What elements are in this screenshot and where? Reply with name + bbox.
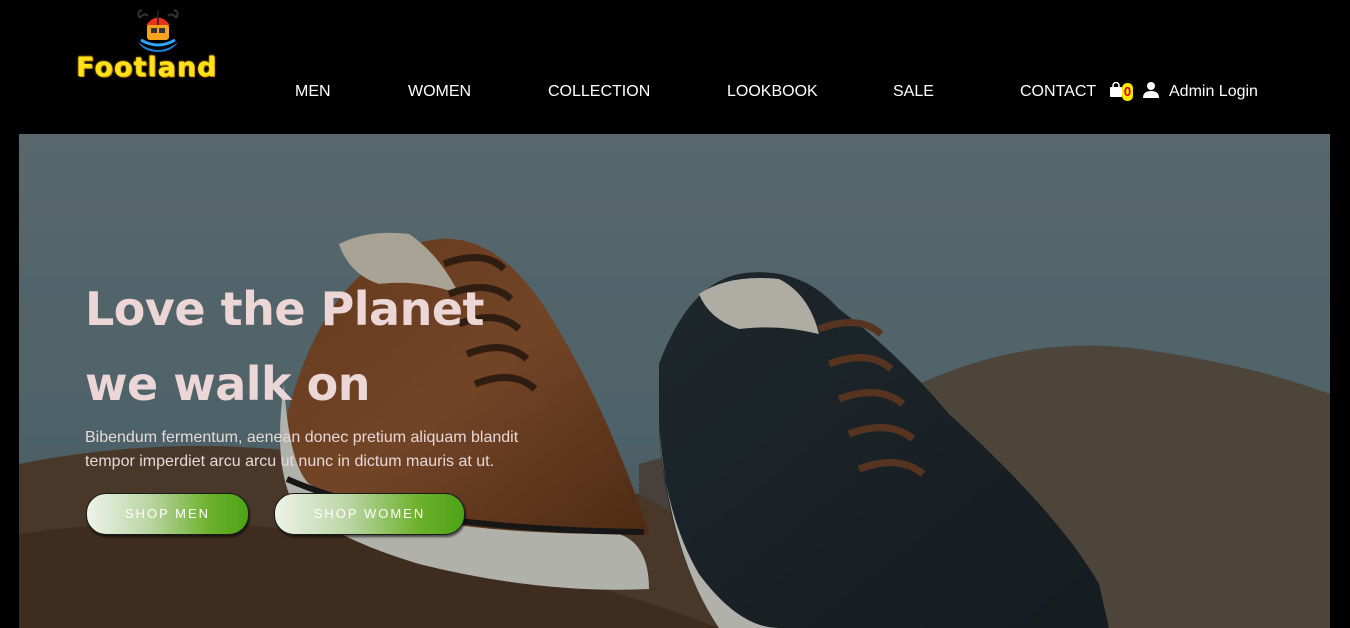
admin-login-link[interactable]: Admin Login (1169, 80, 1258, 104)
hero-title-line1: Love the Planet (85, 282, 485, 336)
hero-banner: Love the Planet we walk on Bibendum ferm… (19, 134, 1330, 628)
hero-title-line2: we walk on (85, 357, 370, 411)
shop-men-button[interactable]: SHOP MEN (86, 493, 249, 535)
nav-item-contact[interactable]: CONTACT (1020, 80, 1096, 104)
nav-item-collection[interactable]: COLLECTION (548, 80, 650, 104)
cart-count-badge[interactable]: 0 (1122, 83, 1133, 101)
shopping-bag-icon[interactable] (1109, 82, 1123, 98)
hero-content: Love the Planet we walk on Bibendum ferm… (85, 272, 685, 474)
user-icon[interactable] (1143, 81, 1159, 99)
beach-umbrella-logo-icon (137, 9, 179, 52)
hero-description: Bibendum fermentum, aenean donec pretium… (85, 429, 519, 470)
site-header: Footland MEN WOMEN COLLECTION LOOKBOOK S… (0, 0, 1350, 134)
shop-women-button[interactable]: SHOP WOMEN (274, 493, 465, 535)
hero-title: Love the Planet we walk on (85, 272, 685, 422)
nav-item-men[interactable]: MEN (295, 80, 331, 104)
nav-item-sale[interactable]: SALE (893, 80, 934, 104)
nav-item-women[interactable]: WOMEN (408, 80, 471, 104)
nav-item-lookbook[interactable]: LOOKBOOK (727, 80, 818, 104)
brand-name: Footland (76, 52, 218, 83)
